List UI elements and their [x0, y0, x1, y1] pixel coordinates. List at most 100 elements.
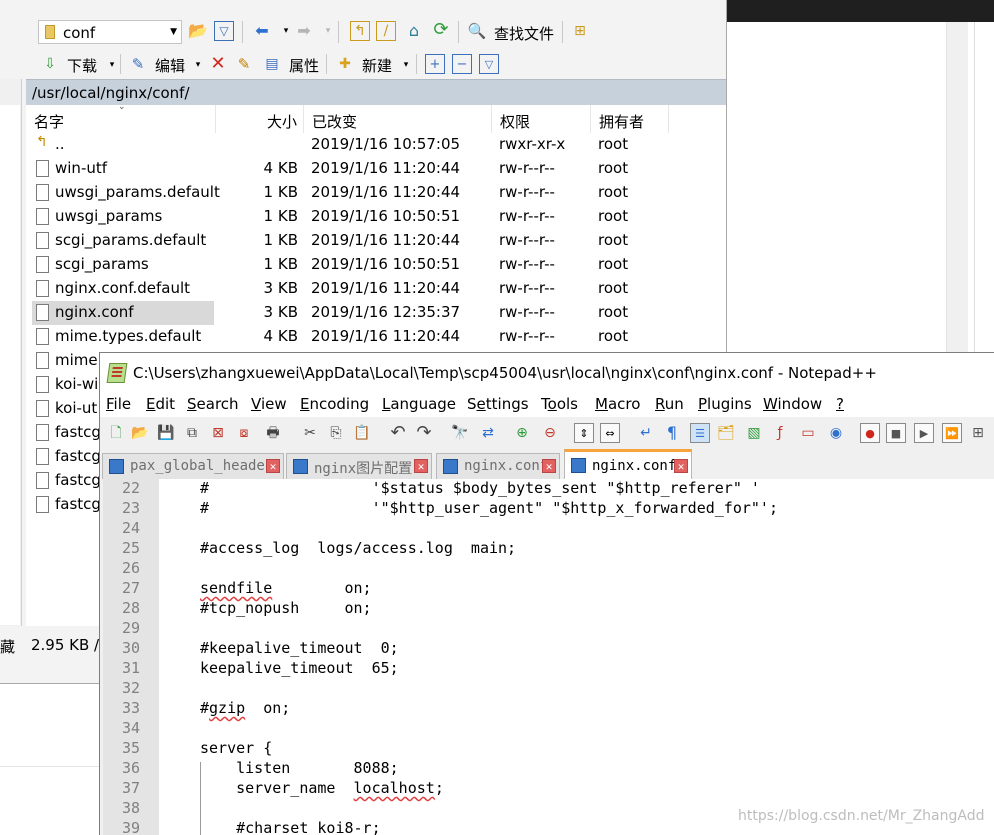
- menu-window[interactable]: Window: [763, 395, 822, 413]
- rename-icon[interactable]: ✎: [234, 54, 254, 74]
- save-icon[interactable]: 💾: [156, 423, 176, 443]
- chevron-down-icon[interactable]: ▾: [102, 55, 122, 75]
- close-all-icon[interactable]: ⧇: [234, 423, 254, 443]
- file-row[interactable]: nginx.conf 3 KB 2019/1/16 12:35:37 rw-r--r-…: [26, 301, 726, 325]
- forward-icon[interactable]: ➡: [294, 21, 314, 41]
- tab-nginx-conf-active[interactable]: nginx.conf ✕: [564, 449, 692, 479]
- menu-file[interactable]: File: [106, 395, 131, 413]
- download-icon[interactable]: ⇩: [40, 54, 60, 74]
- select-all-icon[interactable]: +: [425, 54, 445, 74]
- tab-document[interactable]: nginx.conf ✕: [436, 453, 560, 479]
- file-row[interactable]: ↰.. 2019/1/16 10:57:05 rwxr-xr-x root: [26, 133, 726, 157]
- run-macro-multiple-icon[interactable]: ⏩: [942, 423, 962, 443]
- filter-icon[interactable]: ▽: [214, 21, 234, 41]
- new-folder-icon[interactable]: ✚: [335, 54, 355, 74]
- chevron-down-icon[interactable]: ▾: [276, 21, 296, 41]
- tab-document[interactable]: pax_global_header ✕: [102, 453, 284, 479]
- monitoring-icon[interactable]: ◉: [826, 423, 846, 443]
- zoom-out-icon[interactable]: ⊖: [540, 423, 560, 443]
- menu-search[interactable]: Search: [187, 395, 239, 413]
- close-file-icon[interactable]: ⊠: [208, 423, 228, 443]
- column-header-name[interactable]: ⌄ 名字: [26, 102, 216, 133]
- file-row[interactable]: mime.types.default 4 KB 2019/1/16 11:20:44…: [26, 325, 726, 349]
- chevron-down-icon[interactable]: ▾: [396, 55, 416, 75]
- zoom-in-icon[interactable]: ⊕: [512, 423, 532, 443]
- background-scrollbar[interactable]: [946, 22, 968, 352]
- stop-macro-icon[interactable]: ■: [886, 423, 906, 443]
- tab-document[interactable]: nginx图片配置 ✕: [286, 453, 432, 479]
- find-files-button[interactable]: 查找文件: [494, 23, 554, 44]
- edit-icon[interactable]: ✎: [128, 54, 148, 74]
- menu-settings[interactable]: Settings: [467, 395, 529, 413]
- root-directory-icon[interactable]: /: [376, 21, 396, 41]
- menu-macro[interactable]: Macro: [595, 395, 640, 413]
- path-combo[interactable]: conf ▼: [38, 20, 182, 44]
- tree-view-icon[interactable]: ⊞: [570, 21, 590, 41]
- open-file-icon[interactable]: 📂: [130, 423, 150, 443]
- menu-encoding[interactable]: Encoding: [300, 395, 369, 413]
- folder-workspace-icon[interactable]: ▭: [798, 423, 818, 443]
- menu-help[interactable]: ?: [836, 395, 844, 413]
- menu-view[interactable]: View: [251, 395, 287, 413]
- record-macro-icon[interactable]: ●: [860, 423, 880, 443]
- delete-icon[interactable]: ✕: [208, 54, 228, 74]
- menu-language[interactable]: Language: [382, 395, 456, 413]
- save-all-icon[interactable]: ⧉: [182, 423, 202, 443]
- replace-icon[interactable]: ⇄: [478, 423, 498, 443]
- code-editor[interactable]: 22 # '$status $body_bytes_sent "$http_ref…: [103, 479, 994, 835]
- parent-directory-icon[interactable]: ↰: [350, 21, 370, 41]
- redo-icon[interactable]: ↷: [414, 423, 434, 443]
- download-button[interactable]: 下载: [67, 55, 97, 76]
- function-list-icon[interactable]: ƒ: [770, 423, 790, 443]
- chevron-down-icon[interactable]: ▾: [318, 21, 338, 41]
- find-files-icon[interactable]: 🔍: [467, 21, 487, 41]
- save-macro-icon[interactable]: ⊞: [968, 423, 988, 443]
- new-button[interactable]: 新建: [362, 55, 392, 76]
- undo-icon[interactable]: ↶: [388, 423, 408, 443]
- close-tab-icon[interactable]: ✕: [414, 459, 428, 473]
- menu-plugins[interactable]: Plugins: [698, 395, 752, 413]
- filter-select-icon[interactable]: ▽: [479, 54, 499, 74]
- file-row[interactable]: win-utf 4 KB 2019/1/16 11:20:44 rw-r--r-- ro…: [26, 157, 726, 181]
- close-tab-icon[interactable]: ✕: [266, 459, 280, 473]
- cut-icon[interactable]: ✂: [300, 423, 320, 443]
- open-folder-icon[interactable]: 📂: [188, 21, 208, 41]
- back-icon[interactable]: ⬅: [252, 21, 272, 41]
- column-header-rights[interactable]: 权限: [492, 105, 591, 133]
- column-header-owner-label: 拥有者: [599, 113, 645, 131]
- sync-vertical-icon[interactable]: ⇕: [574, 423, 594, 443]
- deselect-icon[interactable]: −: [452, 54, 472, 74]
- chevron-down-icon[interactable]: ▾: [188, 55, 208, 75]
- file-row[interactable]: uwsgi_params.default 1 KB 2019/1/16 11:20:…: [26, 181, 726, 205]
- properties-icon[interactable]: ▤: [262, 54, 282, 74]
- file-row[interactable]: nginx.conf.default 3 KB 2019/1/16 11:20:44…: [26, 277, 726, 301]
- properties-button[interactable]: 属性: [289, 55, 319, 76]
- file-row[interactable]: scgi_params.default 1 KB 2019/1/16 11:20:4…: [26, 229, 726, 253]
- file-row[interactable]: scgi_params 1 KB 2019/1/16 10:50:51 rw-r--r…: [26, 253, 726, 277]
- menu-run[interactable]: Run: [655, 395, 684, 413]
- home-icon[interactable]: ⌂: [404, 21, 424, 41]
- play-macro-icon[interactable]: ▶: [914, 423, 934, 443]
- column-header-modified[interactable]: 已改变: [304, 105, 492, 133]
- copy-icon[interactable]: ⎘: [326, 423, 346, 443]
- close-tab-icon[interactable]: ✕: [674, 459, 688, 473]
- menu-edit[interactable]: Edit: [146, 395, 175, 413]
- word-wrap-icon[interactable]: ↵: [636, 423, 656, 443]
- menu-tools[interactable]: Tools: [541, 395, 578, 413]
- indent-guide-icon[interactable]: ☰: [690, 423, 710, 443]
- file-row[interactable]: uwsgi_params 1 KB 2019/1/16 10:50:51 rw-r--…: [26, 205, 726, 229]
- find-icon[interactable]: 🔭: [450, 423, 470, 443]
- column-header-owner[interactable]: 拥有者: [591, 105, 669, 133]
- paste-icon[interactable]: 📋: [352, 423, 372, 443]
- print-icon[interactable]: 🖶: [263, 423, 283, 443]
- show-all-characters-icon[interactable]: ¶: [662, 423, 682, 443]
- close-tab-icon[interactable]: ✕: [542, 459, 556, 473]
- new-file-icon[interactable]: 🗋: [106, 423, 126, 443]
- column-header-size[interactable]: 大小: [216, 105, 304, 133]
- language-icon[interactable]: 🗂: [716, 423, 736, 443]
- doc-map-icon[interactable]: ▧: [744, 423, 764, 443]
- sync-horizontal-icon[interactable]: ⇔: [600, 423, 620, 443]
- edit-button[interactable]: 编辑: [155, 55, 185, 76]
- remote-path-bar[interactable]: /usr/local/nginx/conf/: [26, 79, 726, 105]
- refresh-icon[interactable]: ⟳: [431, 20, 451, 40]
